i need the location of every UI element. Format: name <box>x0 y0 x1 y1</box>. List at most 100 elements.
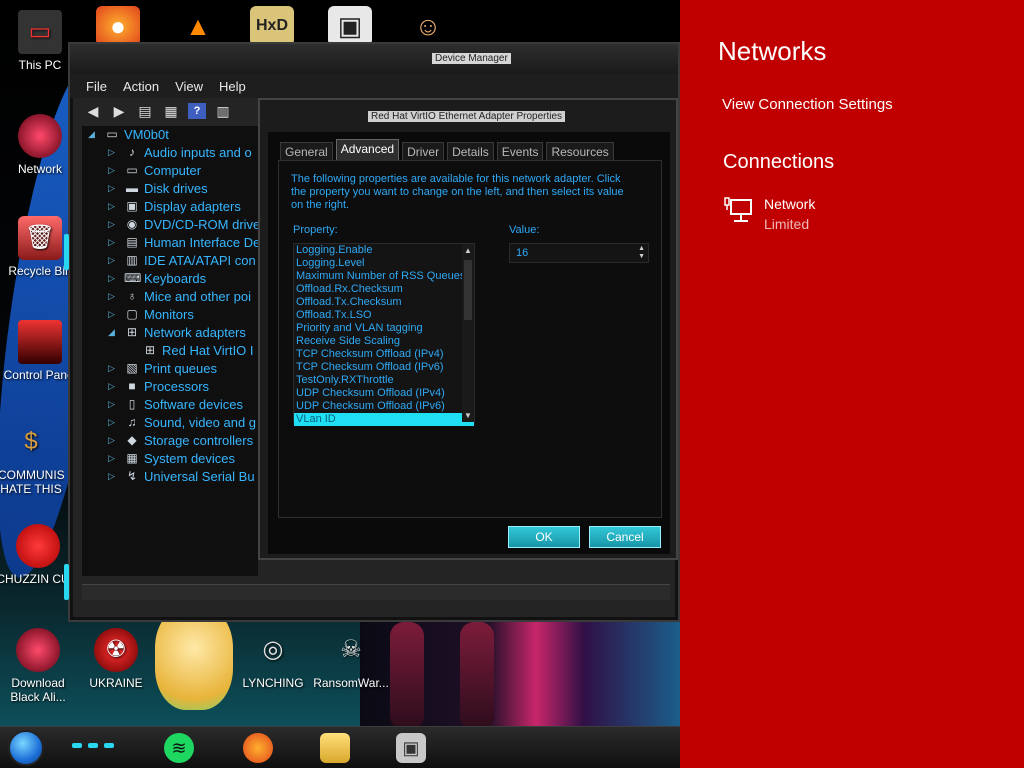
firefox-desktop-icon[interactable]: ● <box>96 6 140 46</box>
property-item[interactable]: UDP Checksum Offload (IPv4) <box>294 387 474 400</box>
scroll-up-icon[interactable]: ▲ <box>462 244 474 257</box>
tree-item[interactable]: ◢ ⊞ Network adapters <box>82 324 258 342</box>
tree-item[interactable]: ▷ ▭ Computer <box>82 162 258 180</box>
desktop-icon-ukraine[interactable]: ☢ UKRAINE <box>74 628 158 690</box>
expand-arrow-icon[interactable]: ▷ <box>108 183 118 194</box>
scroll-thumb[interactable] <box>464 260 472 320</box>
property-item[interactable]: Logging.Level <box>294 257 474 270</box>
tree-item[interactable]: ▷ ▤ Human Interface De <box>82 234 258 252</box>
property-item[interactable]: VLan ID <box>294 413 474 426</box>
help-icon[interactable]: ? <box>188 103 206 119</box>
expand-arrow-icon[interactable]: ▷ <box>108 291 118 302</box>
property-item[interactable]: TCP Checksum Offload (IPv6) <box>294 361 474 374</box>
desktop-icon-communism[interactable]: $ COMMUNISM HATE THIS <box>0 420 64 497</box>
menu-file[interactable]: File <box>86 79 107 94</box>
expand-arrow-icon[interactable]: ▷ <box>108 309 118 320</box>
expand-arrow-icon[interactable]: ▷ <box>108 381 118 392</box>
property-item[interactable]: Offload.Rx.Checksum <box>294 283 474 296</box>
forward-arrow-icon[interactable]: ▶ <box>110 103 128 119</box>
tree-item[interactable]: ▷ ◉ DVD/CD-ROM drive <box>82 216 258 234</box>
value-spinbox[interactable]: 16 ▲ ▼ <box>509 243 649 263</box>
tab-events[interactable]: Events <box>496 142 544 162</box>
tree-item[interactable]: ▷ ♪ Audio inputs and o <box>82 144 258 162</box>
tree-item[interactable]: ▷ ▥ IDE ATA/ATAPI con <box>82 252 258 270</box>
hxd-desktop-icon[interactable]: HxD <box>250 6 294 46</box>
adapter-properties-dialog[interactable]: Red Hat VirtIO Ethernet Adapter Properti… <box>258 98 678 560</box>
app-desktop-icon[interactable]: ▣ <box>328 6 372 46</box>
expand-arrow-icon[interactable]: ▷ <box>108 255 118 266</box>
tab-general[interactable]: General <box>280 142 333 162</box>
tree-item[interactable]: ▷ ▣ Display adapters <box>82 198 258 216</box>
property-item[interactable]: Logging.Enable <box>294 244 474 257</box>
properties-icon[interactable]: ▦ <box>162 103 180 119</box>
tree-item-label: Software devices <box>144 397 243 412</box>
property-item[interactable]: Offload.Tx.Checksum <box>294 296 474 309</box>
menu-help[interactable]: Help <box>219 79 246 94</box>
property-item[interactable]: Maximum Number of RSS Queues <box>294 270 474 283</box>
expand-arrow-icon[interactable]: ▷ <box>108 219 118 230</box>
property-item[interactable]: TestOnly.RXThrottle <box>294 374 474 387</box>
property-item[interactable]: TCP Checksum Offload (IPv4) <box>294 348 474 361</box>
device-manager-icon[interactable]: ▣ <box>396 733 426 763</box>
property-item[interactable]: UDP Checksum Offload (IPv6) <box>294 400 474 413</box>
firefox-icon[interactable] <box>243 733 273 763</box>
property-item[interactable]: Priority and VLAN tagging <box>294 322 474 335</box>
expand-arrow-icon[interactable]: ▷ <box>108 471 118 482</box>
property-scrollbar[interactable]: ▲ ▼ <box>462 244 474 422</box>
expand-arrow-icon[interactable]: ▷ <box>108 165 118 176</box>
tree-item[interactable]: ▷ ▧ Print queues <box>82 360 258 378</box>
tree-item[interactable]: ▷ ♫ Sound, video and g <box>82 414 258 432</box>
desktop-icon-ransomware[interactable]: ☠ RansomWar... <box>309 628 393 691</box>
expand-arrow-icon[interactable]: ▷ <box>108 453 118 464</box>
tab-driver[interactable]: Driver <box>402 142 445 162</box>
back-arrow-icon[interactable]: ◀ <box>84 103 102 119</box>
tab-resources[interactable]: Resources <box>546 142 614 162</box>
expand-arrow-icon[interactable]: ▷ <box>108 201 118 212</box>
tree-item[interactable]: ▷ ↯ Universal Serial Bu <box>82 468 258 486</box>
storage-icon: ◆ <box>127 433 137 447</box>
menu-action[interactable]: Action <box>123 79 159 94</box>
user-desktop-icon[interactable]: ☺ <box>406 6 450 46</box>
vlc-desktop-icon[interactable]: ▲ <box>176 6 220 46</box>
wallpaper-art <box>390 622 424 730</box>
show-hide-tree-icon[interactable]: ▤ <box>136 103 154 119</box>
menu-view[interactable]: View <box>175 79 203 94</box>
expand-arrow-icon[interactable]: ▷ <box>108 399 118 410</box>
tree-item[interactable]: ▷ ♁ Mice and other poi <box>82 288 258 306</box>
tree-root[interactable]: ◢ ▭ VM0b0t <box>82 126 258 144</box>
desktop-icon-download[interactable]: Download Black Ali... <box>0 628 80 704</box>
ok-button[interactable]: OK <box>508 526 580 548</box>
scroll-down-icon[interactable]: ▼ <box>462 409 474 422</box>
expand-arrow-icon[interactable]: ▷ <box>108 147 118 158</box>
tab-advanced[interactable]: Advanced <box>335 139 400 162</box>
view-connection-settings-link[interactable]: View Connection Settings <box>722 96 893 113</box>
file-explorer-icon[interactable] <box>320 733 350 763</box>
tree-item[interactable]: ▷ ■ Processors <box>82 378 258 396</box>
property-item[interactable]: Receive Side Scaling <box>294 335 474 348</box>
collapse-arrow-icon[interactable]: ◢ <box>108 327 118 338</box>
tree-item[interactable]: ▷ ▦ System devices <box>82 450 258 468</box>
expand-arrow-icon[interactable]: ▷ <box>108 435 118 446</box>
network-connection-item[interactable]: Network Limited <box>724 194 984 238</box>
expand-arrow-icon[interactable]: ▷ <box>108 417 118 428</box>
expand-arrow-icon[interactable]: ▷ <box>108 273 118 284</box>
expand-arrow-icon[interactable]: ▷ <box>108 237 118 248</box>
tree-item[interactable]: ▷ ▢ Monitors <box>82 306 258 324</box>
tab-details[interactable]: Details <box>447 142 494 162</box>
tree-item[interactable]: ▷ ▯ Software devices <box>82 396 258 414</box>
spinner-arrows-icon[interactable]: ▲ ▼ <box>638 245 645 261</box>
tree-item[interactable]: ▷ ▬ Disk drives <box>82 180 258 198</box>
desktop-icon-lynching[interactable]: ◎ LYNCHING <box>231 628 315 691</box>
property-list[interactable]: Logging.Enable Logging.Level Maximum Numbe… <box>293 243 475 426</box>
collapse-arrow-icon[interactable]: ◢ <box>88 129 98 140</box>
device-manager-titlebar[interactable]: Device Manager <box>70 44 678 74</box>
tree-item[interactable]: ▷ ⌨ Keyboards <box>82 270 258 288</box>
tree-item[interactable]: ▷ ◆ Storage controllers <box>82 432 258 450</box>
tree-item[interactable]: ⊞ Red Hat VirtIO I <box>82 342 258 360</box>
expand-arrow-icon[interactable]: ▷ <box>108 363 118 374</box>
view-icon[interactable]: ▥ <box>214 103 232 119</box>
spotify-icon[interactable]: ≋ <box>164 733 194 763</box>
property-item[interactable]: Offload.Tx.LSO <box>294 309 474 322</box>
start-button[interactable] <box>8 730 44 766</box>
cancel-button[interactable]: Cancel <box>589 526 661 548</box>
